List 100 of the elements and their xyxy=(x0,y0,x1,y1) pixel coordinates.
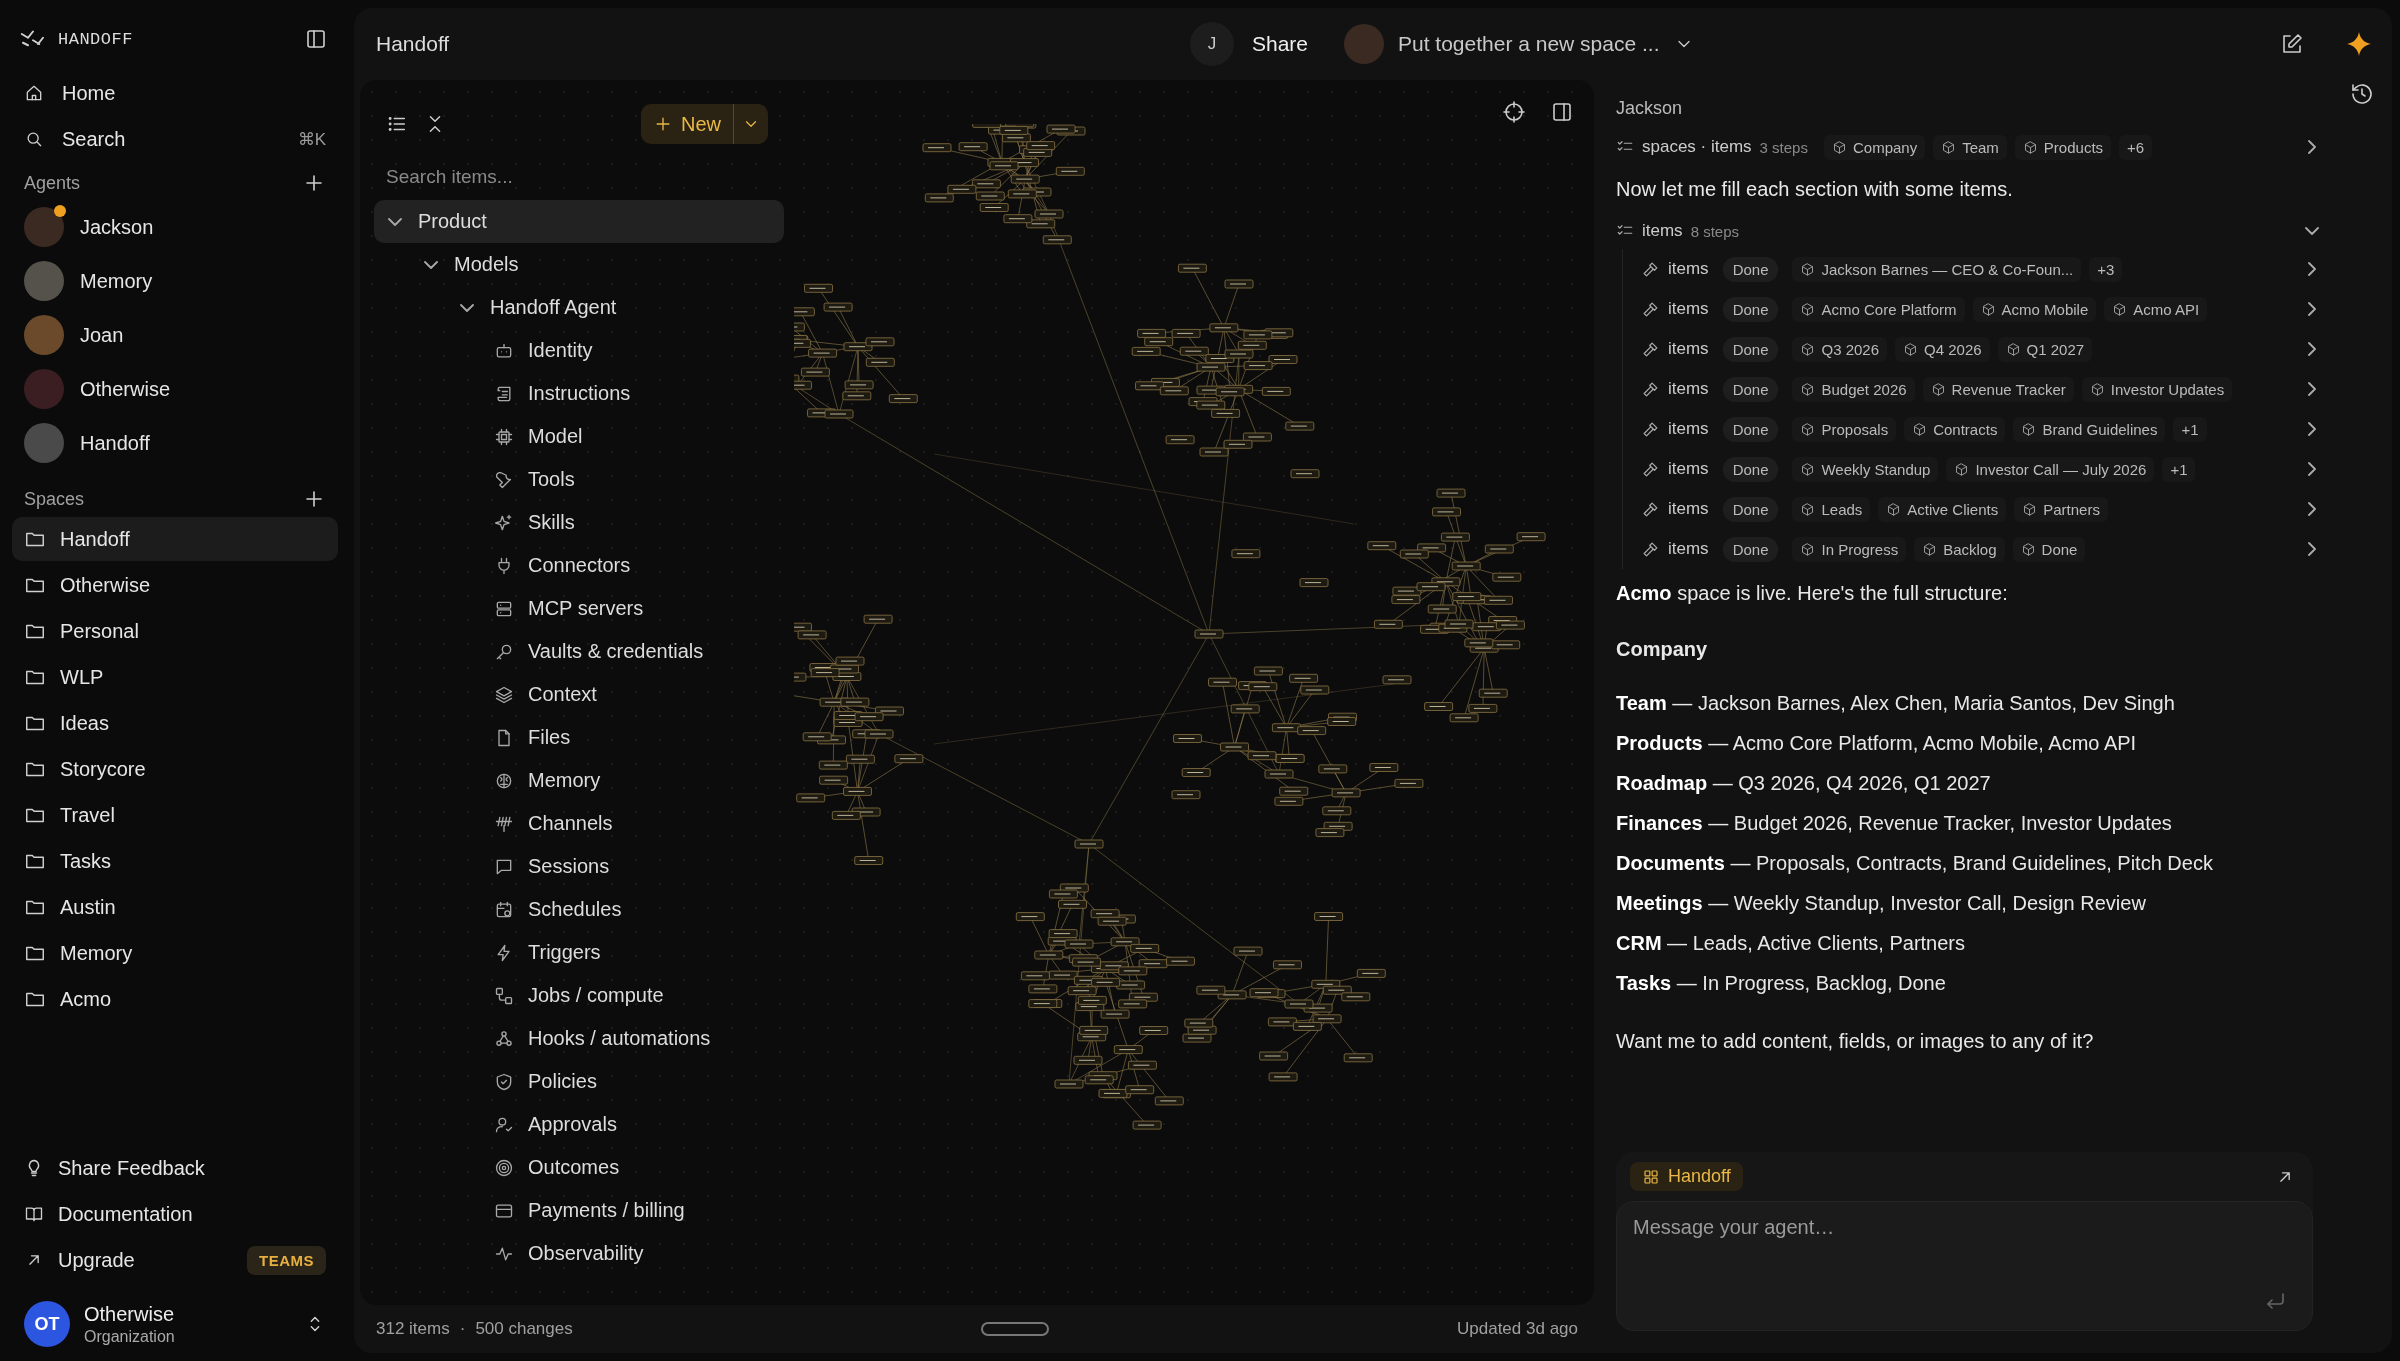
item-chip[interactable]: Brand Guidelines xyxy=(2013,416,2166,442)
tree-item[interactable]: Handoff Agent xyxy=(374,286,784,329)
history-button[interactable] xyxy=(2349,82,2374,106)
nav-item[interactable]: Search ⌘K xyxy=(12,116,338,162)
cube-icon xyxy=(2112,301,2128,317)
item-chip[interactable]: Acmo Core Platform xyxy=(1792,296,1965,322)
assistant-button[interactable] xyxy=(2346,31,2372,57)
steps-summary[interactable]: items 8 steps xyxy=(1616,213,2331,249)
step-row[interactable]: items Done Budget 2026 Revenue Tracker Investor Updates xyxy=(1641,369,2331,409)
item-chip[interactable]: Products xyxy=(2014,134,2112,160)
agent-item[interactable]: Jackson xyxy=(12,200,338,254)
steps-summary[interactable]: spaces · items 3 steps Company Team Products +6 xyxy=(1616,129,2331,165)
item-chip[interactable]: Leads xyxy=(1792,496,1871,522)
tree-item[interactable]: Instructions xyxy=(374,372,784,415)
space-item[interactable]: Personal xyxy=(12,609,338,653)
tree-item[interactable]: MCP servers xyxy=(374,587,784,630)
item-chip[interactable]: Budget 2026 xyxy=(1792,376,1915,402)
item-chip[interactable]: Done xyxy=(2012,536,2086,562)
item-chip[interactable]: Company xyxy=(1823,134,1926,160)
item-chip[interactable]: Q3 2026 xyxy=(1792,336,1888,362)
item-chip[interactable]: Active Clients xyxy=(1878,496,2007,522)
message-field[interactable]: Message your agent… xyxy=(1616,1201,2313,1331)
nav-item[interactable]: Home xyxy=(12,70,338,116)
tree-item[interactable]: Triggers xyxy=(374,931,784,974)
tree-item[interactable]: Outcomes xyxy=(374,1146,784,1189)
tree-item[interactable]: Channels xyxy=(374,802,784,845)
space-item[interactable]: Ideas xyxy=(12,701,338,745)
item-chip[interactable]: Partners xyxy=(2014,496,2108,522)
more-chip[interactable]: +1 xyxy=(2173,416,2207,442)
item-chip[interactable]: Q4 2026 xyxy=(1895,336,1990,362)
space-item[interactable]: Travel xyxy=(12,793,338,837)
space-item[interactable]: Storycore xyxy=(12,747,338,791)
space-item[interactable]: Memory xyxy=(12,931,338,975)
agent-item[interactable]: Handoff xyxy=(12,416,338,470)
sidebar-toggle-button[interactable] xyxy=(304,27,328,51)
tree-item[interactable]: Context xyxy=(374,673,784,716)
space-item[interactable]: Austin xyxy=(12,885,338,929)
agent-item[interactable]: Otherwise xyxy=(12,362,338,416)
panel-toggle-button[interactable] xyxy=(1550,100,1574,124)
item-chip[interactable]: Team xyxy=(1933,134,2007,160)
thread-title[interactable]: Put together a new space ... xyxy=(1398,32,1660,56)
more-chip[interactable]: +3 xyxy=(2089,256,2123,282)
sidebar-link[interactable]: Share Feedback xyxy=(12,1145,338,1191)
tree-item[interactable]: Jobs / compute xyxy=(374,974,784,1017)
step-row[interactable]: items Done In Progress Backlog Done xyxy=(1641,529,2331,569)
tree-item[interactable]: Files xyxy=(374,716,784,759)
agent-item[interactable]: Joan xyxy=(12,308,338,362)
new-chat-button[interactable] xyxy=(2280,32,2304,56)
sidebar-link[interactable]: Upgrade TEAMS xyxy=(12,1237,338,1283)
search-field[interactable]: Search items... xyxy=(374,154,758,200)
step-row[interactable]: items Done Leads Active Clients Partners xyxy=(1641,489,2331,529)
item-chip[interactable]: Jackson Barnes — CEO & Co-Foun... xyxy=(1792,256,2082,282)
step-row[interactable]: items Done Q3 2026 Q4 2026 Q1 2027 xyxy=(1641,329,2331,369)
tree-item[interactable]: Connectors xyxy=(374,544,784,587)
tree-item[interactable]: Skills xyxy=(374,501,784,544)
space-item[interactable]: WLP xyxy=(12,655,338,699)
item-chip[interactable]: Contracts xyxy=(1904,416,2006,442)
tree-item[interactable]: Product xyxy=(374,200,784,243)
step-row[interactable]: items Done Weekly Standup Investor Call — July 2026 +1 xyxy=(1641,449,2331,489)
space-item[interactable]: Handoff xyxy=(12,517,338,561)
scroll-handle[interactable] xyxy=(980,1322,1049,1336)
tree-item[interactable]: Tools xyxy=(374,458,784,501)
recenter-button[interactable] xyxy=(1502,100,1526,124)
tree-item[interactable]: Observability xyxy=(374,1232,784,1275)
item-chip[interactable]: Revenue Tracker xyxy=(1922,376,2074,402)
tree-item[interactable]: Hooks / automations xyxy=(374,1017,784,1060)
item-chip[interactable]: Q1 2027 xyxy=(1997,336,2093,362)
item-chip[interactable]: Acmo Mobile xyxy=(1972,296,2097,322)
share-button[interactable]: Share xyxy=(1251,32,1308,56)
item-chip[interactable]: Weekly Standup xyxy=(1792,456,1939,482)
tree-item[interactable]: Sessions xyxy=(374,845,784,888)
item-chip[interactable]: Investor Updates xyxy=(2081,376,2233,402)
context-chip[interactable]: Handoff xyxy=(1630,1162,1743,1191)
item-chip[interactable]: Proposals xyxy=(1792,416,1897,442)
item-chip[interactable]: In Progress xyxy=(1792,536,1907,562)
tree-item[interactable]: Payments / billing xyxy=(374,1189,784,1232)
user-avatar[interactable]: J xyxy=(1189,22,1234,66)
step-row[interactable]: items Done Proposals Contracts Brand Guidelines +1 xyxy=(1641,409,2331,449)
tree-item[interactable]: Memory xyxy=(374,759,784,802)
tree-item[interactable]: Identity xyxy=(374,329,784,372)
tree-item[interactable]: Policies xyxy=(374,1060,784,1103)
more-chip[interactable]: +1 xyxy=(2162,456,2196,482)
space-item[interactable]: Otherwise xyxy=(12,563,338,607)
item-chip[interactable]: Acmo API xyxy=(2104,296,2208,322)
step-row[interactable]: items Done Jackson Barnes — CEO & Co-Foun... +3 xyxy=(1641,249,2331,289)
sidebar-link[interactable]: Documentation xyxy=(12,1191,338,1237)
structure-line: Products — Acmo Core Platform, Acmo Mobile, Acmo API xyxy=(1616,731,2138,756)
tree-item[interactable]: Vaults & credentials xyxy=(374,630,784,673)
space-item[interactable]: Tasks xyxy=(12,839,338,883)
tree-item[interactable]: Models xyxy=(374,243,784,286)
organization-switcher[interactable]: OT Otherwise Organization xyxy=(12,1291,338,1347)
tree-item[interactable]: Model xyxy=(374,415,784,458)
item-chip[interactable]: Investor Call — July 2026 xyxy=(1946,456,2155,482)
step-row[interactable]: items Done Acmo Core Platform Acmo Mobile Acmo API xyxy=(1641,289,2331,329)
more-chip[interactable]: +6 xyxy=(2119,134,2153,160)
space-item[interactable]: Acmo xyxy=(12,977,338,1021)
agent-item[interactable]: Memory xyxy=(12,254,338,308)
tree-item[interactable]: Schedules xyxy=(374,888,784,931)
tree-item[interactable]: Approvals xyxy=(374,1103,784,1146)
item-chip[interactable]: Backlog xyxy=(1914,536,2005,562)
